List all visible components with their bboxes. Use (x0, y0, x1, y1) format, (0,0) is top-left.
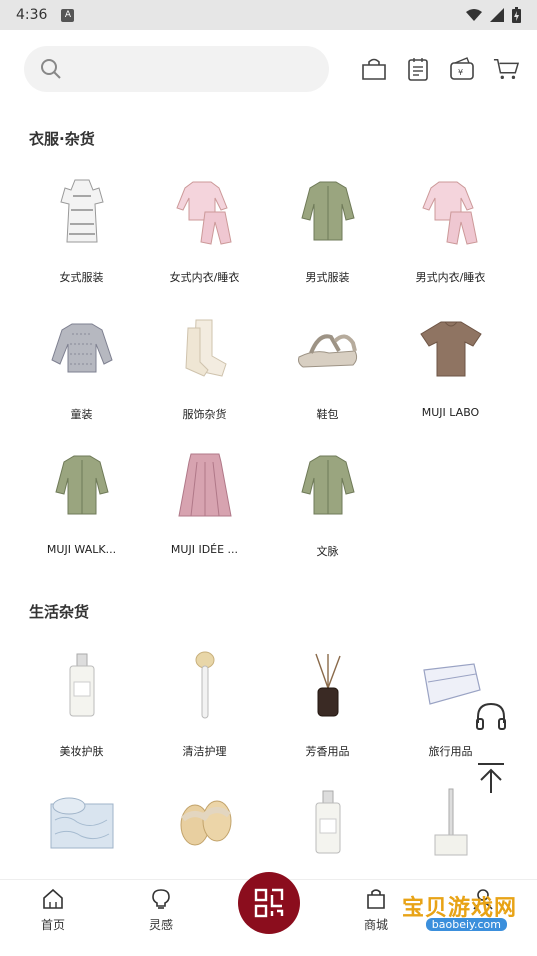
top-bar: ¥ (24, 45, 519, 93)
headset-icon (476, 702, 506, 730)
category-item[interactable]: 鞋包 (266, 300, 389, 437)
category-item[interactable]: MUJI IDÉE ... (143, 437, 266, 574)
category-label: 女式服装 (59, 271, 104, 284)
watermark-url: baobeiy.com (425, 918, 507, 931)
category-label: MUJI IDÉE ... (170, 543, 239, 556)
category-item[interactable]: MUJI LABO (389, 300, 512, 437)
top-icons: ¥ (361, 56, 519, 82)
category-label: 男式服装 (305, 271, 350, 284)
status-bar: 4:36 A (0, 0, 537, 30)
category-item[interactable]: 男式内衣/睡衣 (389, 163, 512, 300)
skirt-icon (170, 445, 240, 525)
search-icon (41, 59, 61, 79)
category-grid-living: 美妆护肤清洁护理芳香用品旅行用品床上用品家居纺织品餐具·厨具清洁护理 (20, 637, 512, 911)
back-to-top-button[interactable] (473, 760, 509, 796)
category-label: 鞋包 (316, 408, 339, 421)
nav-inspiration[interactable]: 灵感 (131, 888, 191, 933)
brush-icon (170, 645, 240, 725)
category-label: 美妆护肤 (59, 745, 104, 758)
category-item[interactable]: 女式内衣/睡衣 (143, 163, 266, 300)
pajama-icon (416, 171, 486, 251)
cart-icon[interactable] (493, 56, 519, 82)
sweater-icon (47, 308, 117, 388)
search-input[interactable] (70, 60, 294, 78)
category-label: 旅行用品 (428, 745, 473, 758)
slipper-icon (170, 782, 240, 862)
category-label: 文脉 (316, 545, 339, 558)
qr-code-icon (254, 888, 284, 918)
tshirt-icon (416, 308, 486, 388)
diffuser-icon (293, 645, 363, 725)
section-title-living: 生活杂货 (29, 603, 90, 621)
category-label: 童装 (70, 408, 93, 421)
bedding-icon (47, 782, 117, 862)
category-grid-clothing: 女式服装 女式内衣/睡衣 男式服装 男式内衣/睡衣童装 服饰杂货 鞋包 MUJI LABO M… (20, 163, 512, 574)
category-label: 女式内衣/睡衣 (169, 271, 240, 284)
status-icons (466, 7, 521, 23)
battery-icon (512, 7, 521, 23)
status-time: 4:36 (16, 7, 48, 23)
dress-icon (47, 171, 117, 251)
wifi-icon (466, 9, 482, 21)
category-item[interactable]: 童装 (20, 300, 143, 437)
category-label: MUJI LABO (421, 406, 480, 419)
nav-home[interactable]: 首页 (23, 888, 83, 933)
sock-icon (170, 308, 240, 388)
signal-icon (490, 8, 504, 22)
category-item[interactable]: 男式服装 (266, 163, 389, 300)
shirt-icon (293, 445, 363, 525)
lightbulb-icon (152, 889, 170, 909)
bottle-icon (293, 782, 363, 862)
customer-service-button[interactable] (473, 700, 509, 736)
category-label: MUJI WALK... (46, 543, 117, 556)
member-qr-button[interactable] (238, 872, 300, 934)
category-item[interactable]: 芳香用品 (266, 637, 389, 774)
nav-inspiration-label: 灵感 (148, 918, 173, 932)
home-icon (43, 888, 63, 909)
pajama-icon (170, 171, 240, 251)
wallet-icon[interactable]: ¥ (449, 56, 475, 82)
arrow-up-icon (478, 763, 504, 793)
search-bar[interactable] (24, 46, 329, 92)
bottle-icon (47, 645, 117, 725)
watermark-logo: 宝贝游戏网 baobeiy.com (367, 876, 517, 934)
category-item[interactable]: MUJI WALK... (20, 437, 143, 574)
category-item[interactable]: 美妆护肤 (20, 637, 143, 774)
category-label: 清洁护理 (182, 745, 227, 758)
section-title-clothing: 衣服·杂货 (29, 130, 95, 148)
category-item[interactable]: 文脉 (266, 437, 389, 574)
category-item[interactable]: 清洁护理 (143, 637, 266, 774)
app-notification-icon: A (61, 8, 75, 22)
svg-text:¥: ¥ (458, 68, 463, 77)
category-item[interactable]: 服饰杂货 (143, 300, 266, 437)
category-label: 男式内衣/睡衣 (415, 271, 486, 284)
category-item[interactable]: 女式服装 (20, 163, 143, 300)
shirt-icon (47, 445, 117, 525)
sandal-icon (293, 308, 363, 388)
nav-home-label: 首页 (40, 918, 65, 932)
category-label: 服饰杂货 (182, 408, 227, 421)
notepad-icon[interactable] (405, 56, 431, 82)
shirt-icon (293, 171, 363, 251)
category-label: 芳香用品 (305, 745, 350, 758)
shopping-bag-icon[interactable] (361, 56, 387, 82)
bottom-navigation: 首页 灵感 商城 我的 宝贝游戏网 baobeiy.com (0, 872, 537, 956)
